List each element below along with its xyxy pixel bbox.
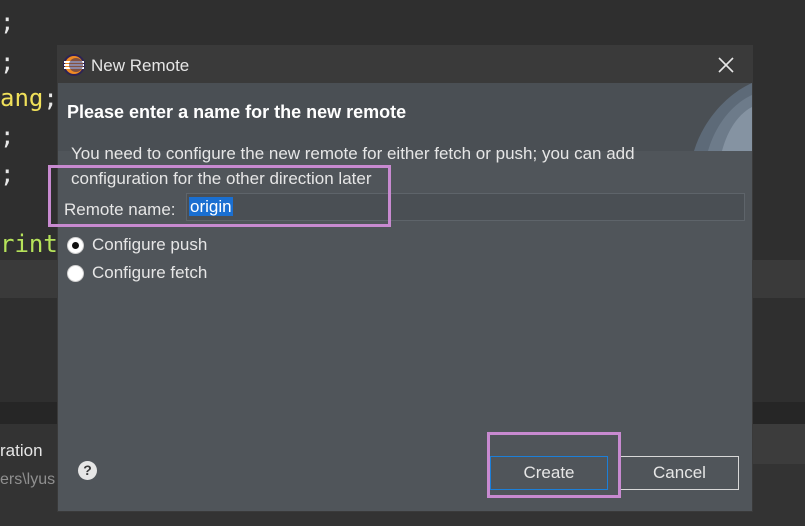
code-line: ; <box>0 8 15 36</box>
code-line: ; <box>0 122 15 150</box>
cancel-button[interactable]: Cancel <box>620 456 739 490</box>
configure-fetch-option[interactable]: Configure fetch <box>67 261 207 285</box>
bottom-panel-toolbar <box>753 424 805 464</box>
new-remote-dialog: New Remote Please enter a name for the n… <box>57 45 753 512</box>
code-line: ; <box>0 160 15 188</box>
highlight-create-button <box>487 432 621 498</box>
configure-push-radio[interactable] <box>67 236 84 254</box>
configure-push-option[interactable]: Configure push <box>67 233 207 257</box>
panel-path-text: ers\lyus <box>0 471 56 488</box>
code-line: rint <box>0 230 58 258</box>
eclipse-icon <box>63 54 85 76</box>
wizard-banner-graphic <box>694 83 752 151</box>
panel-tab[interactable]: ration <box>0 441 43 461</box>
dialog-titlebar: New Remote <box>58 46 752 83</box>
code-line: ; <box>0 48 15 76</box>
dialog-title: New Remote <box>91 56 190 75</box>
close-icon[interactable] <box>716 55 736 75</box>
configure-push-label: Configure push <box>92 235 208 254</box>
configure-fetch-label: Configure fetch <box>92 263 208 282</box>
configure-fetch-radio[interactable] <box>67 264 84 282</box>
code-line: ang; <box>0 84 58 112</box>
help-icon[interactable]: ? <box>78 461 97 480</box>
highlight-remote-name <box>48 165 391 227</box>
banner-title: Please enter a name for the new remote <box>67 102 407 122</box>
